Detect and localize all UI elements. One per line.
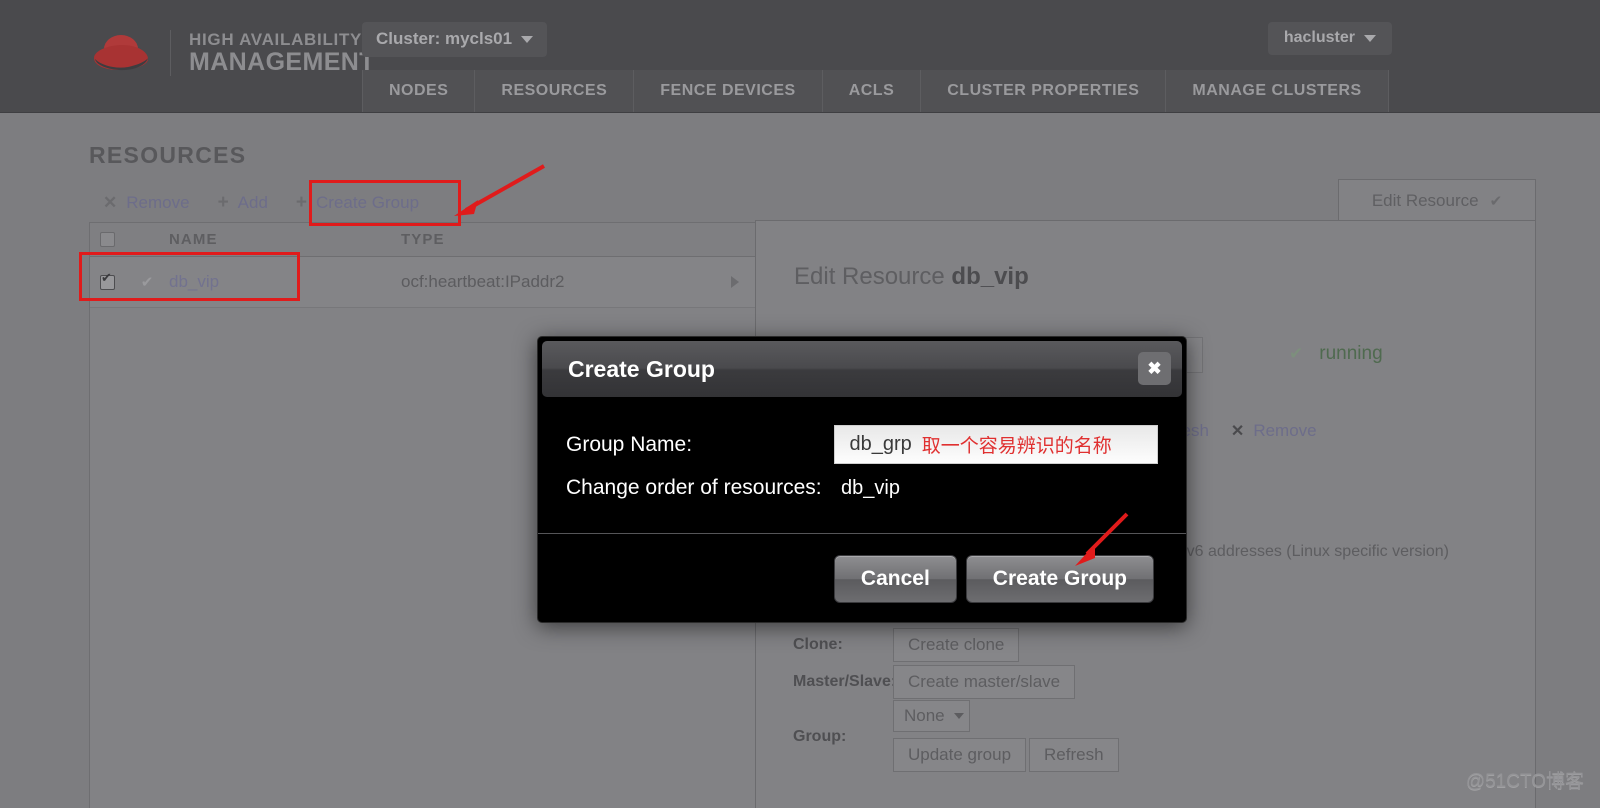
clone-label: Clone: bbox=[793, 636, 893, 654]
nav-tab-acls[interactable]: ACLS bbox=[823, 70, 922, 112]
row-checkbox[interactable] bbox=[100, 275, 115, 290]
group-select[interactable]: None bbox=[893, 700, 970, 732]
panel-heading: Edit Resource db_vip bbox=[794, 263, 1029, 291]
close-icon[interactable]: ✖ bbox=[1138, 352, 1171, 385]
plus-icon: + bbox=[296, 192, 307, 214]
check-icon: ✔ bbox=[1289, 344, 1303, 364]
plus-icon: + bbox=[218, 192, 229, 214]
remove-resource-button[interactable]: ✕ Remove bbox=[1231, 421, 1317, 441]
row-status-cell: ✔ bbox=[125, 273, 169, 291]
group-name-label: Group Name: bbox=[566, 433, 834, 457]
field-row-master-slave: Master/Slave: Create master/slave bbox=[793, 665, 1075, 699]
nav-tab-nodes[interactable]: NODES bbox=[362, 70, 475, 112]
group-buttons: Update group Refresh bbox=[893, 738, 1119, 772]
panel-heading-resource: db_vip bbox=[951, 263, 1028, 290]
add-button-label: Add bbox=[238, 193, 268, 213]
chevron-down-icon bbox=[521, 36, 533, 43]
tab-edit-resource-label: Edit Resource bbox=[1372, 191, 1479, 211]
chevron-down-icon bbox=[954, 713, 964, 719]
group-name-annotation: 取一个容易辨识的名称 bbox=[922, 431, 1112, 458]
create-group-submit-button[interactable]: Create Group bbox=[966, 555, 1154, 603]
brand: HIGH AVAILABILITY MANAGEMENT bbox=[88, 28, 375, 78]
chevron-down-icon bbox=[1364, 35, 1376, 42]
table-header-row: NAME TYPE bbox=[90, 223, 755, 257]
user-menu[interactable]: hacluster bbox=[1268, 22, 1392, 55]
change-order-label: Change order of resources: bbox=[566, 476, 841, 500]
annotation-arrow-create-group bbox=[440, 160, 550, 222]
row-name-link[interactable]: db_vip bbox=[169, 272, 401, 292]
field-row-clone: Clone: Create clone bbox=[793, 628, 1019, 662]
close-icon: ✕ bbox=[103, 193, 117, 213]
create-group-button-label: Create Group bbox=[316, 193, 419, 213]
create-master-slave-button[interactable]: Create master/slave bbox=[893, 665, 1075, 699]
create-group-button[interactable]: + Create Group bbox=[282, 186, 433, 220]
dialog-titlebar: Create Group ✖ bbox=[542, 341, 1182, 397]
dialog-divider bbox=[538, 533, 1186, 534]
nav-tab-resources[interactable]: RESOURCES bbox=[475, 70, 634, 112]
cluster-selector-label: Cluster: mycls01 bbox=[376, 29, 512, 49]
update-group-button[interactable]: Update group bbox=[893, 738, 1026, 772]
page-title: RESOURCES bbox=[89, 142, 246, 169]
status-badge: ✔ running bbox=[1289, 343, 1383, 365]
brand-text: HIGH AVAILABILITY MANAGEMENT bbox=[189, 31, 375, 75]
status-badge-label: running bbox=[1319, 343, 1382, 365]
select-all-cell[interactable] bbox=[90, 232, 125, 247]
add-button[interactable]: + Add bbox=[204, 186, 282, 220]
column-header-type: TYPE bbox=[401, 231, 715, 248]
remove-resource-button-label: Remove bbox=[1253, 421, 1316, 441]
group-controls: None Update group Refresh bbox=[893, 700, 1119, 772]
group-name-input[interactable]: db_grp 取一个容易辨识的名称 bbox=[834, 425, 1158, 464]
close-icon: ✕ bbox=[1231, 421, 1244, 441]
watermark: @51CTO博客 bbox=[1466, 766, 1584, 793]
dialog-footer: Cancel Create Group bbox=[538, 536, 1186, 622]
nav-tab-cluster-properties[interactable]: CLUSTER PROPERTIES bbox=[921, 70, 1166, 112]
tab-edit-resource[interactable]: Edit Resource ✔ bbox=[1338, 179, 1536, 221]
row-type-value: ocf:heartbeat:IPaddr2 bbox=[401, 272, 715, 292]
dialog-title: Create Group bbox=[568, 356, 715, 383]
panel-heading-prefix: Edit Resource bbox=[794, 263, 951, 290]
resource-description: Pv6 addresses (Linux specific version) bbox=[1176, 543, 1449, 561]
create-group-dialog: Create Group ✖ Group Name: db_grp 取一个容易辨… bbox=[537, 336, 1187, 623]
change-order-field-row: Change order of resources: db_vip bbox=[566, 476, 1158, 500]
master-slave-label: Master/Slave: bbox=[793, 673, 893, 691]
group-select-value: None bbox=[904, 706, 945, 726]
user-menu-label: hacluster bbox=[1284, 29, 1355, 47]
table-row[interactable]: ✔ db_vip ocf:heartbeat:IPaddr2 bbox=[90, 257, 755, 308]
dialog-body: Group Name: db_grp 取一个容易辨识的名称 Change ord… bbox=[538, 397, 1186, 500]
resource-order-list-item[interactable]: db_vip bbox=[841, 477, 900, 500]
nav-tab-fence-devices[interactable]: FENCE DEVICES bbox=[634, 70, 822, 112]
cluster-selector[interactable]: Cluster: mycls01 bbox=[362, 22, 547, 57]
remove-button-label: Remove bbox=[126, 193, 189, 213]
group-name-input-value: db_grp bbox=[849, 433, 911, 456]
nav-tab-manage-clusters[interactable]: MANAGE CLUSTERS bbox=[1166, 70, 1388, 112]
brand-line-2: MANAGEMENT bbox=[189, 49, 375, 75]
remove-button[interactable]: ✕ Remove bbox=[89, 187, 204, 219]
field-row-group: Group: None Update group Refresh bbox=[793, 700, 1119, 772]
cancel-button[interactable]: Cancel bbox=[834, 555, 957, 603]
main-nav: NODES RESOURCES FENCE DEVICES ACLS CLUST… bbox=[362, 70, 1389, 112]
create-clone-button[interactable]: Create clone bbox=[893, 628, 1019, 662]
refresh-group-button[interactable]: Refresh bbox=[1029, 738, 1119, 772]
resources-toolbar: ✕ Remove + Add + Create Group bbox=[89, 186, 433, 220]
row-expand-cell[interactable] bbox=[715, 276, 755, 288]
redhat-logo-icon bbox=[88, 28, 152, 78]
column-header-name: NAME bbox=[169, 231, 401, 248]
chevron-right-icon bbox=[731, 276, 739, 288]
app-header: HIGH AVAILABILITY MANAGEMENT Cluster: my… bbox=[0, 0, 1600, 113]
group-name-field-row: Group Name: db_grp 取一个容易辨识的名称 bbox=[566, 425, 1158, 464]
row-select-cell[interactable] bbox=[90, 275, 125, 290]
check-icon: ✔ bbox=[141, 273, 154, 291]
check-icon: ✔ bbox=[1490, 192, 1503, 210]
select-all-checkbox[interactable] bbox=[100, 232, 115, 247]
brand-line-1: HIGH AVAILABILITY bbox=[189, 31, 375, 49]
group-label: Group: bbox=[793, 728, 893, 746]
brand-divider bbox=[170, 30, 171, 76]
